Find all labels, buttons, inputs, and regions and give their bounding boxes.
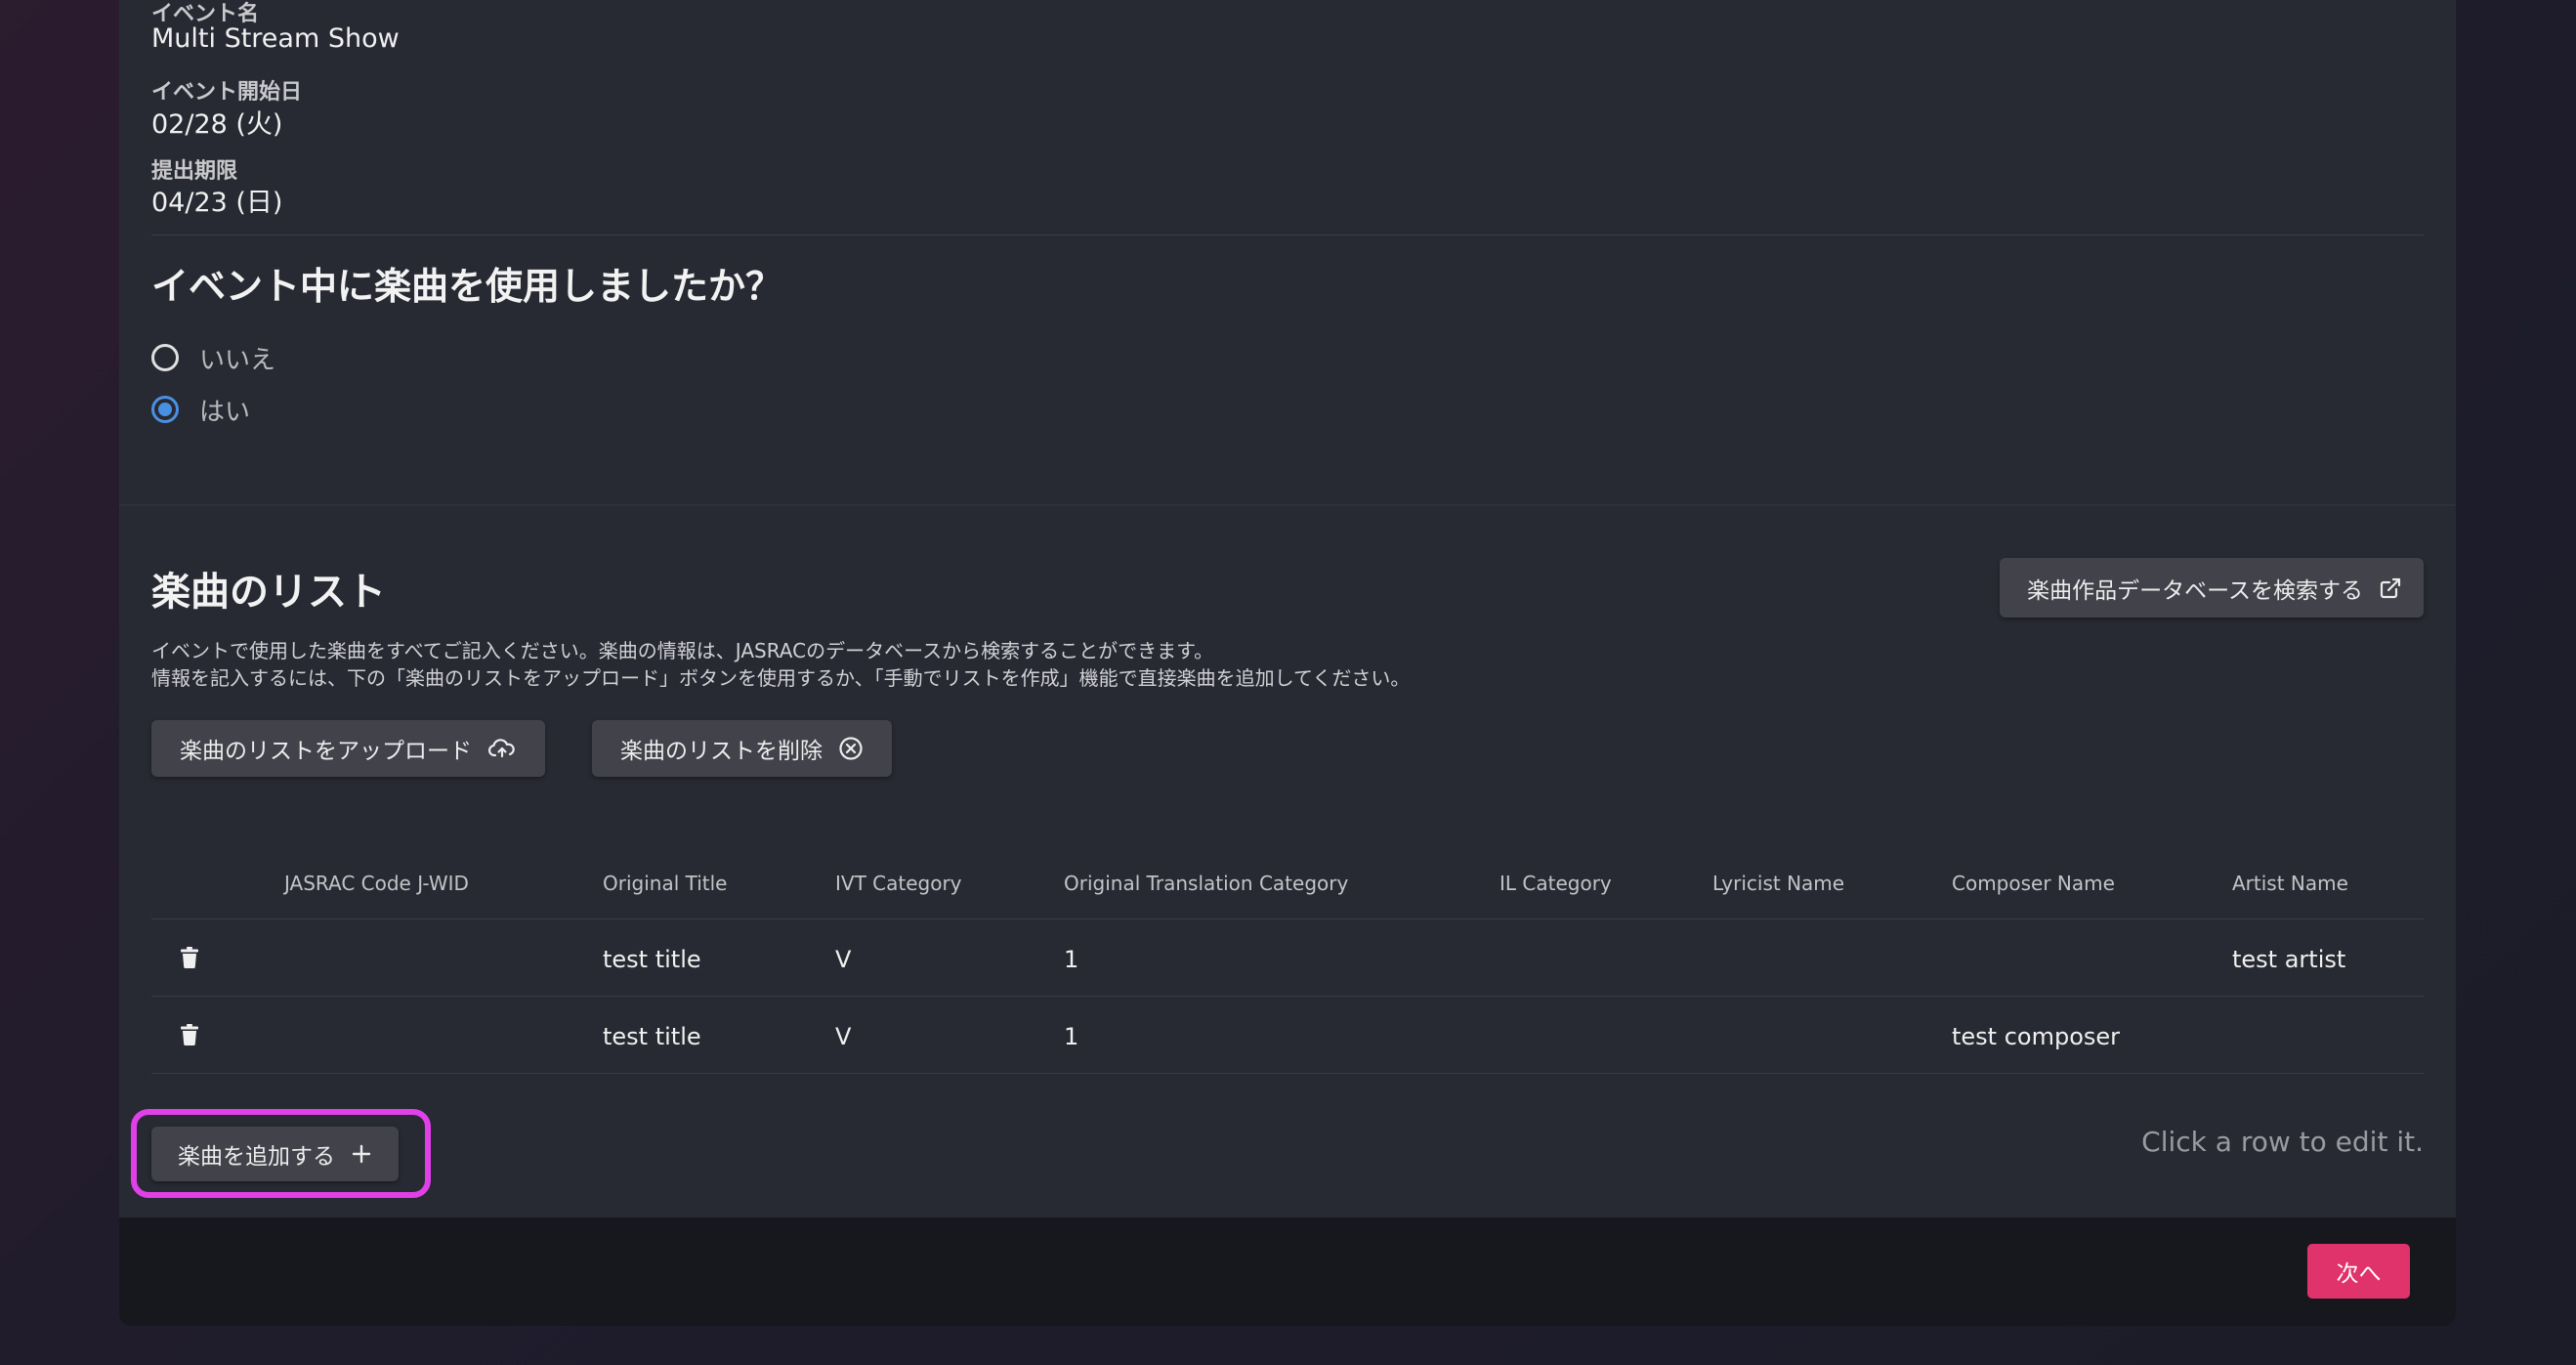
table-row[interactable]: test title V 1 test composer [151,996,2424,1074]
form-page: イベント名 Multi Stream Show イベント開始日 02/28 (火… [119,0,2456,1326]
event-start-label: イベント開始日 [151,80,303,105]
add-song-button[interactable]: 楽曲を追加する [151,1127,399,1181]
cell-original-title: test title [603,1023,701,1050]
column-header-il-category[interactable]: IL Category [1499,872,1612,895]
add-song-label: 楽曲を追加する [178,1144,335,1170]
song-list-description-2: 情報を記入するには、下の「楽曲のリストをアップロード」ボタンを使用するか、「手動… [151,666,1411,690]
column-header-ivt-category[interactable]: IVT Category [835,872,962,895]
cloud-upload-icon [487,737,517,760]
column-header-composer[interactable]: Composer Name [1952,872,2115,895]
radio-button-checked[interactable] [151,396,179,423]
edit-row-hint: Click a row to edit it. [2141,1126,2424,1158]
table-row[interactable]: test title V 1 test artist [151,918,2424,997]
upload-list-label: 楽曲のリストをアップロード [180,739,472,764]
cell-translation-category: 1 [1064,946,1079,973]
section-divider [119,504,2456,506]
circle-x-icon [838,736,864,761]
footer-bar: 次へ [119,1217,2456,1326]
song-list-description-1: イベントで使用した楽曲をすべてご記入ください。楽曲の情報は、JASRACのデータ… [151,639,1214,662]
column-header-jwid[interactable]: JASRAC Code J-WID [284,872,469,895]
music-usage-question: イベント中に楽曲を使用しましたか？ [151,265,783,308]
event-name-value: Multi Stream Show [151,23,400,54]
column-header-original-title[interactable]: Original Title [603,872,727,895]
song-list-title: 楽曲のリスト [151,570,386,615]
next-button[interactable]: 次へ [2307,1244,2410,1299]
trash-icon[interactable] [181,947,198,972]
cell-ivt-category: V [835,946,852,973]
radio-label-no: いいえ [199,345,276,375]
upload-list-button[interactable]: 楽曲のリストをアップロード [151,720,545,777]
cell-artist: test artist [2232,946,2346,973]
deadline-value: 04/23 (日) [151,188,283,218]
cell-translation-category: 1 [1064,1023,1079,1050]
radio-button[interactable] [151,344,179,371]
radio-option-no[interactable]: いいえ [151,340,275,375]
column-header-artist[interactable]: Artist Name [2232,872,2348,895]
delete-list-label: 楽曲のリストを削除 [620,739,823,764]
cell-ivt-category: V [835,1023,852,1050]
cell-composer: test composer [1952,1023,2121,1050]
column-header-translation-category[interactable]: Original Translation Category [1064,872,1348,895]
search-database-label: 楽曲作品データベースを検索する [2027,577,2363,604]
radio-option-yes[interactable]: はい [151,392,250,427]
radio-label-yes: はい [199,397,251,427]
external-link-icon [2379,576,2402,600]
column-header-lyricist[interactable]: Lyricist Name [1712,872,1844,895]
trash-icon[interactable] [181,1024,198,1049]
event-start-value: 02/28 (火) [151,109,283,140]
plus-icon [351,1143,372,1165]
search-database-button[interactable]: 楽曲作品データベースを検索する [2000,558,2424,618]
table-bottom-divider [151,1073,2424,1074]
delete-list-button[interactable]: 楽曲のリストを削除 [592,720,892,777]
cell-original-title: test title [603,946,701,973]
